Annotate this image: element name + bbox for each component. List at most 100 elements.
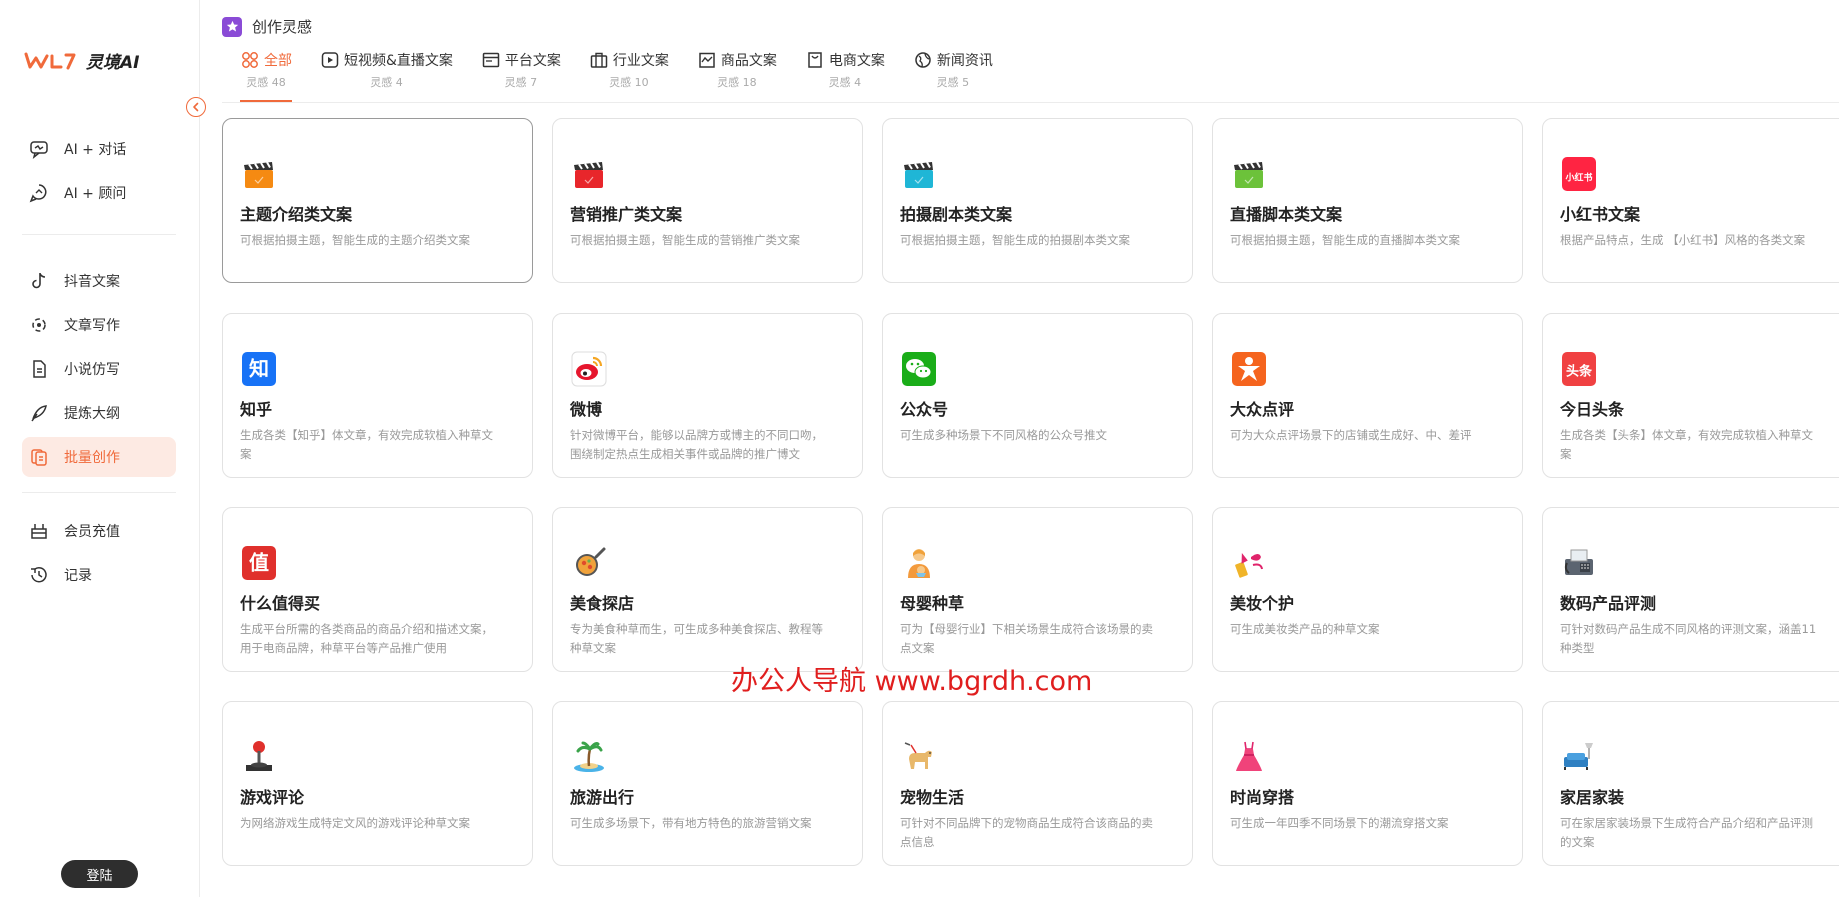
tab-count: 灵感 4	[828, 76, 862, 89]
card-description: 针对微博平台，能够以品牌方或博主的不同口吻，围绕制定热点生成相关事件或品牌的推广…	[570, 428, 823, 461]
inspiration-card[interactable]: 公众号 可生成多种场景下不同风格的公众号推文	[882, 313, 1193, 478]
sidebar-item-pen[interactable]: 提炼大纲	[22, 393, 176, 433]
card-title: 美食探店	[570, 594, 635, 613]
sidebar-item-label: 小说仿写	[64, 362, 120, 378]
tab-globe[interactable]: 新闻资讯 灵感 5	[913, 50, 993, 102]
tab-count: 灵感 48	[246, 76, 286, 89]
card-title: 时尚穿搭	[1230, 788, 1295, 807]
card-description: 可针对数码产品生成不同风格的评测文案，涵盖11种类型	[1560, 622, 1817, 655]
inspiration-card[interactable]: 旅游出行 可生成多场景下，带有地方特色的旅游营销文案	[552, 701, 863, 866]
inspiration-card[interactable]: 知知乎生成各类【知乎】体文章，有效完成软植入种草文案	[222, 313, 533, 478]
inspiration-card[interactable]: 拍摄剧本类文案 可根据拍摄主题，智能生成的拍摄剧本类文案	[882, 118, 1193, 283]
chat-icon	[28, 138, 50, 160]
section-title-text: 创作灵感	[252, 18, 313, 36]
tab-grid[interactable]: 全部 灵感 48	[240, 50, 292, 102]
sidebar: 灵境AI AI + 对话 AI + 顾问抖音文案 文章写作小说仿写提炼大纲 批量创作会…	[0, 0, 200, 897]
tab-store[interactable]: 商品文案 灵感 18	[697, 50, 777, 102]
inspiration-card[interactable]: 游戏评论 为网络游戏生成特定文风的游戏评论种草文案	[222, 701, 533, 866]
inspiration-card[interactable]: 微博 针对微博平台，能够以品牌方或博主的不同口吻，围绕制定热点生成相关事件或品牌的…	[552, 313, 863, 478]
sidebar-item-advisor[interactable]: AI + 顾问	[22, 173, 176, 213]
sidebar-item-vip[interactable]: 会员充值	[22, 511, 176, 551]
card-description: 生成各类【知乎】体文章，有效完成软植入种草文案	[240, 428, 493, 461]
lipstick-icon	[1230, 544, 1268, 582]
card-title: 旅游出行	[570, 788, 635, 807]
sidebar-item-douyin[interactable]: 抖音文案	[22, 261, 176, 301]
card-title: 大众点评	[1230, 400, 1295, 419]
brand-logo[interactable]: 灵境AI	[24, 48, 139, 73]
tab-briefcase[interactable]: 行业文案 灵感 10	[589, 50, 669, 102]
card-title: 知乎	[240, 400, 273, 419]
card-description: 生成各类【头条】体文章，有效完成软植入种草文案	[1560, 428, 1813, 461]
sidebar-item-label: AI + 顾问	[64, 186, 127, 202]
sidebar-item-article[interactable]: 文章写作	[22, 305, 176, 345]
svg-text:值: 值	[249, 551, 269, 575]
svg-text:小红书: 小红书	[1564, 172, 1592, 184]
inspiration-card[interactable]: 时尚穿搭可生成一年四季不同场景下的潮流穿搭文案	[1212, 701, 1523, 866]
tab-browser[interactable]: 平台文案 灵感 7	[481, 50, 561, 102]
inspiration-card[interactable]: 宠物生活 可针对不同品牌下的宠物商品生成符合该商品的卖点信息	[882, 701, 1193, 866]
shopping-bag-icon	[805, 50, 825, 70]
dress-icon	[1230, 738, 1268, 776]
card-title: 公众号	[900, 400, 949, 419]
sofa-lamp-icon	[1560, 738, 1598, 776]
sidebar-item-history[interactable]: 记录	[22, 555, 176, 595]
tab-count: 灵感 5	[936, 76, 970, 89]
smzdm-icon: 值	[240, 544, 278, 582]
card-title: 小红书文案	[1560, 205, 1641, 224]
card-description: 可为【母婴行业】下相关场景生成符合该场景的卖点文案	[900, 622, 1153, 655]
store-icon	[697, 50, 717, 70]
briefcase-icon	[589, 50, 609, 70]
watermark-text: 办公人导航 www.bgrdh.com	[731, 666, 1093, 697]
island-icon	[570, 738, 608, 776]
tab-label: 电商文案	[828, 53, 885, 69]
inspiration-card[interactable]: 主题介绍类文案可根据拍摄主题，智能生成的主题介绍类文案	[222, 118, 533, 283]
inspiration-card[interactable]: 营销推广类文案 可根据拍摄主题，智能生成的营销推广类文案	[552, 118, 863, 283]
card-title: 主题介绍类文案	[240, 205, 353, 224]
food-pan-icon	[570, 544, 608, 582]
card-description: 可生成一年四季不同场景下的潮流穿搭文案	[1230, 816, 1449, 830]
inspiration-card[interactable]: 数码产品评测可针对数码产品生成不同风格的评测文案，涵盖11种类型	[1542, 507, 1839, 672]
tab-label: 平台文案	[504, 53, 561, 69]
clapper-orange-icon	[240, 155, 278, 193]
inspiration-card[interactable]: 小红书 小红书文案 根据产品特点，生成 【小红书】风格的各类文案	[1542, 118, 1839, 283]
card-title: 数码产品评测	[1560, 594, 1657, 613]
chevron-left-icon	[193, 102, 199, 112]
card-description: 可为大众点评场景下的店铺或生成好、中、差评	[1230, 428, 1472, 442]
inspiration-card[interactable]: 值什么值得买 生成平台所需的各类商品的商品介绍和描述文案，用于电商品牌，种草平台等…	[222, 507, 533, 672]
card-title: 母婴种草	[900, 594, 965, 613]
weibo-icon	[570, 350, 608, 388]
card-description: 可根据拍摄主题，智能生成的营销推广类文案	[570, 233, 800, 247]
inspiration-card[interactable]: 家居家装可在家居家装场景下生成符合产品介绍和产品评测的文案	[1542, 701, 1839, 866]
tab-count: 灵感 18	[717, 76, 757, 89]
sidebar-item-chat[interactable]: AI + 对话	[22, 129, 176, 169]
tab-count: 灵感 10	[609, 76, 649, 89]
sidebar-item-batch[interactable]: 批量创作	[22, 437, 176, 477]
card-title: 美妆个护	[1230, 594, 1295, 613]
card-title: 今日头条	[1560, 400, 1625, 419]
clapper-cyan-icon	[900, 155, 938, 193]
tab-shopping-bag[interactable]: 电商文案灵感 4	[805, 50, 885, 102]
card-description: 可根据拍摄主题，智能生成的主题介绍类文案	[240, 233, 470, 247]
inspiration-card[interactable]: 直播脚本类文案 可根据拍摄主题，智能生成的直播脚本类文案	[1212, 118, 1523, 283]
card-description: 生成平台所需的各类商品的商品介绍和描述文案，用于电商品牌，种草平台等产品推广使用	[240, 622, 493, 655]
collapse-sidebar-button[interactable]	[186, 97, 206, 117]
article-icon	[28, 314, 50, 336]
header-divider	[222, 102, 1839, 103]
card-description: 专为美食种草而生，可生成多种美食探店、教程等种草文案	[570, 622, 823, 655]
card-description: 可根据拍摄主题，智能生成的拍摄剧本类文案	[900, 233, 1130, 247]
card-description: 可生成美妆类产品的种草文案	[1230, 622, 1380, 636]
fax-machine-icon	[1560, 544, 1598, 582]
inspiration-card[interactable]: 美食探店专为美食种草而生，可生成多种美食探店、教程等种草文案	[552, 507, 863, 672]
card-description: 可在家居家装场景下生成符合产品介绍和产品评测的文案	[1560, 816, 1813, 849]
inspiration-card[interactable]: 大众点评可为大众点评场景下的店铺或生成好、中、差评	[1212, 313, 1523, 478]
inspiration-card[interactable]: 母婴种草可为【母婴行业】下相关场景生成符合该场景的卖点文案	[882, 507, 1193, 672]
tab-video-play[interactable]: 短视频&直播文案 灵感 4	[320, 50, 453, 102]
zhihu-icon: 知	[240, 350, 278, 388]
inspiration-card[interactable]: 头条 今日头条 生成各类【头条】体文章，有效完成软植入种草文案	[1542, 313, 1839, 478]
document-icon	[28, 358, 50, 380]
login-button[interactable]: 登陆	[61, 860, 138, 888]
sidebar-item-document[interactable]: 小说仿写	[22, 349, 176, 389]
card-title: 宠物生活	[900, 788, 965, 807]
inspiration-card[interactable]: 美妆个护可生成美妆类产品的种草文案	[1212, 507, 1523, 672]
card-title: 家居家装	[1560, 788, 1625, 807]
